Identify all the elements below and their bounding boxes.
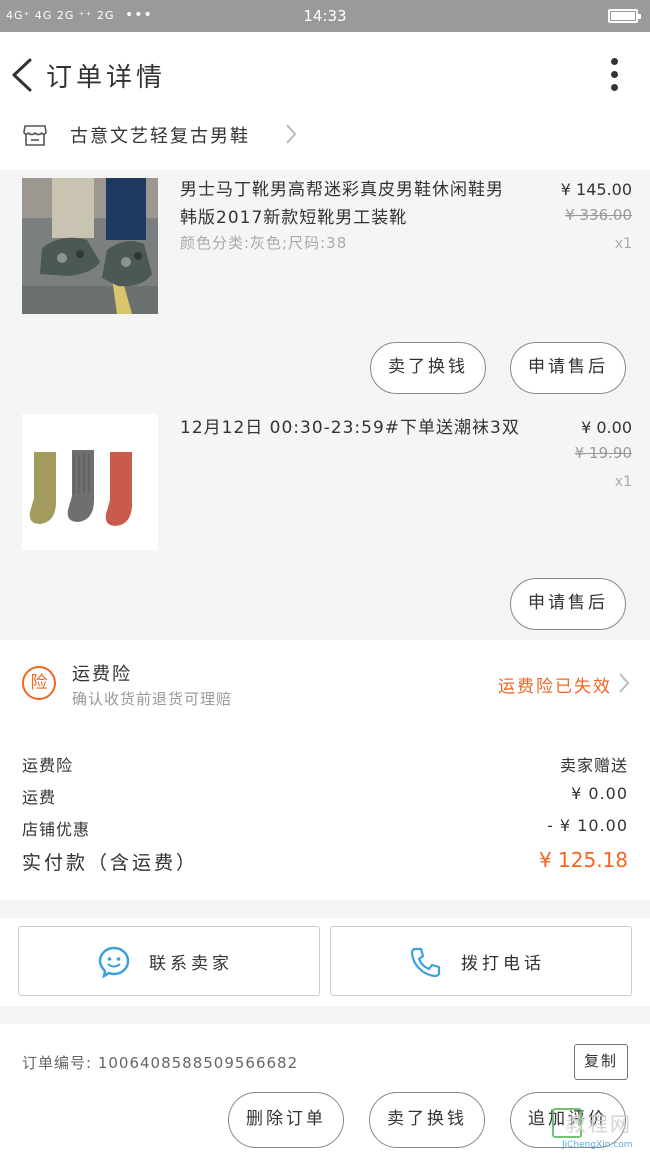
summary-row-insurance: 运费险 卖家赠送 xyxy=(22,752,628,776)
more-dot-icon xyxy=(610,71,618,78)
call-phone-button[interactable]: 拨打电话 xyxy=(330,926,632,996)
product-original-price: ¥ 19.90 xyxy=(574,444,632,462)
summary-value: - ¥ 10.00 xyxy=(547,816,628,835)
more-dot-icon xyxy=(610,84,618,91)
status-bar: 4G⁺ 4G 2G ⁺⁺ 2G ••• 14:33 xyxy=(0,0,650,32)
insurance-status: 运费险已失效 xyxy=(498,677,612,697)
product-quantity: x1 xyxy=(614,474,632,490)
copy-order-number-button[interactable]: 复制 xyxy=(574,1044,628,1080)
site-watermark-logo: 教程网 JiChengXin.com xyxy=(530,1104,642,1152)
summary-value: ¥ 0.00 xyxy=(571,784,628,803)
product-image-boots[interactable] xyxy=(22,178,158,314)
watermark-text: 教程网 xyxy=(566,1112,632,1136)
product-name[interactable]: 12月12日 00:30-23:59#下单送潮袜3双 xyxy=(180,414,540,442)
phone-icon xyxy=(410,947,441,978)
more-dot-icon xyxy=(610,58,618,65)
contact-section: 联系卖家 拨打电话 xyxy=(0,918,650,1006)
summary-value: 卖家赠送 xyxy=(559,756,628,775)
insurance-badge-icon: 险 xyxy=(22,666,56,700)
battery-icon xyxy=(608,9,641,23)
status-time: 14:33 xyxy=(303,7,347,25)
back-button[interactable] xyxy=(8,56,38,94)
resell-button[interactable]: 卖了换钱 xyxy=(370,342,486,394)
after-sales-button[interactable]: 申请售后 xyxy=(510,578,626,630)
total-value: ¥ 125.18 xyxy=(538,848,628,872)
product-quantity: x1 xyxy=(614,236,632,252)
chat-bubble-icon xyxy=(98,946,130,979)
summary-label: 运费险 xyxy=(22,756,74,775)
product-price: ¥ 0.00 xyxy=(581,418,632,437)
summary-row-discount: 店铺优惠 - ¥ 10.00 xyxy=(22,816,628,840)
contact-seller-label: 联系卖家 xyxy=(149,954,233,974)
shop-link[interactable]: 古意文艺轻复古男鞋 xyxy=(0,118,650,170)
shop-name: 古意文艺轻复古男鞋 xyxy=(70,126,250,147)
page-title: 订单详情 xyxy=(46,63,167,93)
page-header: 订单详情 xyxy=(0,32,650,118)
resell-button[interactable]: 卖了换钱 xyxy=(369,1092,485,1148)
store-icon xyxy=(23,125,47,146)
delete-order-button[interactable]: 删除订单 xyxy=(228,1092,344,1148)
summary-row-total: 实付款（含运费） ¥ 125.18 xyxy=(22,848,628,875)
product-price: ¥ 145.00 xyxy=(560,180,632,199)
product-image-socks[interactable] xyxy=(22,414,158,550)
insurance-subtitle: 确认收货前退货可理赔 xyxy=(72,690,233,708)
price-summary: 运费险 卖家赠送 运费 ¥ 0.00 店铺优惠 - ¥ 10.00 实付款（含运… xyxy=(0,722,650,900)
chevron-left-icon xyxy=(12,58,32,92)
order-item[interactable]: 12月12日 00:30-23:59#下单送潮袜3双 ¥ 0.00 ¥ 19.9… xyxy=(0,404,650,638)
product-name[interactable]: 男士马丁靴男高帮迷彩真皮男鞋休闲鞋男韩版2017新款短靴男工装靴 xyxy=(180,176,520,232)
summary-label: 店铺优惠 xyxy=(22,820,91,839)
product-original-price: ¥ 336.00 xyxy=(565,206,632,224)
after-sales-button[interactable]: 申请售后 xyxy=(510,342,626,394)
chevron-right-icon xyxy=(286,124,297,144)
total-label: 实付款（含运费） xyxy=(22,852,199,874)
contact-seller-button[interactable]: 联系卖家 xyxy=(18,926,320,996)
shipping-insurance-row[interactable]: 险 运费险 确认收货前退货可理赔 运费险已失效 xyxy=(0,640,650,722)
summary-row-shipping: 运费 ¥ 0.00 xyxy=(22,784,628,808)
order-item[interactable]: 男士马丁靴男高帮迷彩真皮男鞋休闲鞋男韩版2017新款短靴男工装靴 颜色分类:灰色… xyxy=(0,170,650,398)
chevron-right-icon xyxy=(619,673,630,693)
order-number: 订单编号: 1006408588509566682 xyxy=(22,1054,299,1072)
watermark-url: JiChengXin.com xyxy=(562,1140,633,1150)
call-phone-label: 拨打电话 xyxy=(461,954,545,974)
insurance-title: 运费险 xyxy=(72,664,132,685)
product-sku: 颜色分类:灰色;尺码:38 xyxy=(180,234,348,252)
summary-label: 运费 xyxy=(22,788,57,807)
more-menu-button[interactable] xyxy=(608,58,620,94)
